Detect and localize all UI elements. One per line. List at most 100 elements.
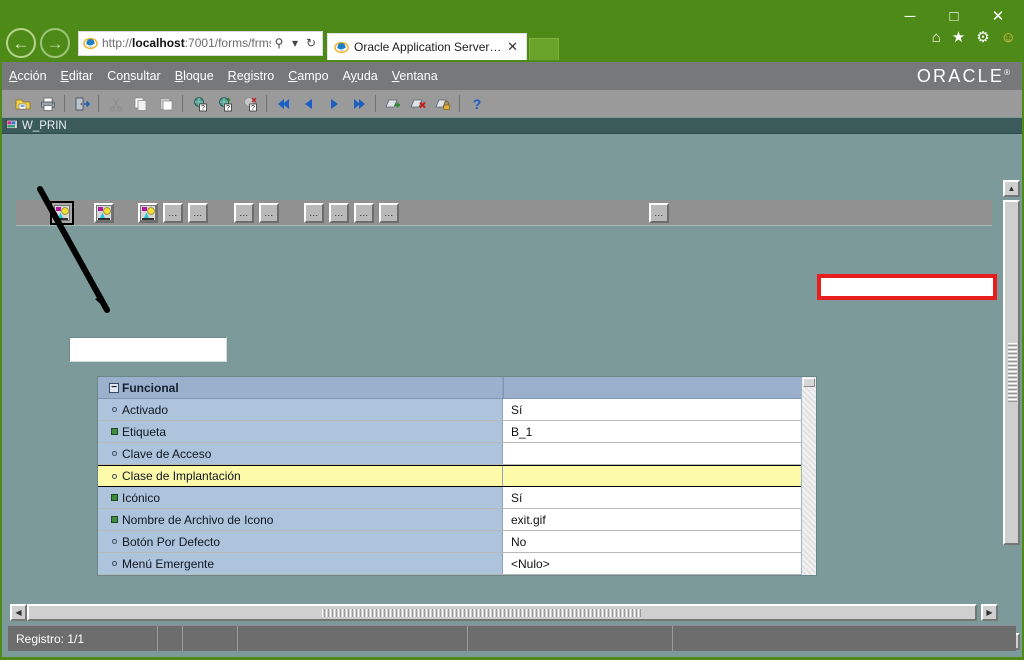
address-text: http://localhost:7001/forms/frms <box>99 36 271 50</box>
svg-text:?: ? <box>201 104 205 111</box>
help-button[interactable]: ? <box>464 92 489 116</box>
property-row-name: Activado <box>98 399 503 420</box>
property-value[interactable]: No <box>503 531 801 552</box>
vertical-scroll-grip <box>1008 342 1017 403</box>
scroll-right-icon[interactable]: ▶ <box>981 604 998 621</box>
property-value[interactable] <box>503 466 801 486</box>
property-value[interactable]: Sí <box>503 399 801 420</box>
property-section-header[interactable]: − Funcional <box>98 377 801 399</box>
property-grid-scrollbar[interactable] <box>801 377 816 575</box>
remove-record-button[interactable] <box>405 92 430 116</box>
form-button-9[interactable]: ... <box>329 203 349 223</box>
forms-window-icon <box>6 117 18 135</box>
smiley-icon[interactable]: ☺ <box>1001 29 1016 46</box>
form-button-11[interactable]: ... <box>379 203 399 223</box>
next-record-button[interactable] <box>321 92 346 116</box>
menu-editar[interactable]: Editar <box>54 62 101 90</box>
highlighted-text-field[interactable] <box>817 274 997 300</box>
copy-button[interactable] <box>128 92 153 116</box>
address-bar[interactable]: http://localhost:7001/forms/frms ⚲ ▾ ↻ <box>78 30 323 56</box>
chevron-down-icon[interactable]: ▾ <box>287 36 303 50</box>
property-value[interactable]: exit.gif <box>503 509 801 530</box>
oracle-wordmark: ORACLE <box>916 66 1005 86</box>
paste-button[interactable] <box>153 92 178 116</box>
form-button-6[interactable]: ... <box>234 203 254 223</box>
property-modified-square-icon <box>108 516 120 523</box>
form-button-12[interactable]: ... <box>649 203 669 223</box>
property-value[interactable]: Sí <box>503 487 801 508</box>
address-path: :7001/forms/frms <box>184 36 271 50</box>
property-label: Nombre de Archivo de Icono <box>122 512 274 527</box>
canvas-horizontal-scrollbar[interactable]: ◀ ▶ <box>10 604 998 621</box>
horizontal-scroll-thumb[interactable] <box>27 604 977 621</box>
lock-record-button[interactable] <box>430 92 455 116</box>
form-button-dots-label: ... <box>239 208 249 218</box>
home-icon[interactable]: ⌂ <box>932 29 941 46</box>
property-value[interactable]: B_1 <box>503 421 801 442</box>
form-button-4[interactable]: ... <box>163 203 183 223</box>
form-button-2[interactable] <box>94 203 114 223</box>
forward-arrow-icon[interactable]: → <box>40 28 70 58</box>
form-button-7[interactable]: ... <box>259 203 279 223</box>
menu-accion[interactable]: Acción <box>2 62 54 90</box>
property-value[interactable] <box>503 443 801 464</box>
vertical-scroll-thumb[interactable] <box>1003 200 1020 545</box>
previous-record-button[interactable] <box>296 92 321 116</box>
execute-query-button[interactable]: ? <box>212 92 237 116</box>
oracle-logo: ORACLE® <box>917 66 1010 87</box>
property-row[interactable]: Clave de Acceso <box>98 443 801 465</box>
form-button-3[interactable] <box>138 203 158 223</box>
property-row[interactable]: Nombre de Archivo de Icono exit.gif <box>98 509 801 531</box>
menu-registro[interactable]: Registro <box>221 62 282 90</box>
favorites-star-icon[interactable]: ★ <box>952 28 965 46</box>
search-icon[interactable]: ⚲ <box>271 36 287 50</box>
print-button[interactable] <box>35 92 60 116</box>
menu-bloque[interactable]: Bloque <box>168 62 221 90</box>
property-row[interactable]: Menú Emergente <Nulo> <box>98 553 801 575</box>
refresh-icon[interactable]: ↻ <box>303 36 319 50</box>
tab-favicon-icon <box>333 39 350 56</box>
property-section-value <box>503 377 801 398</box>
insert-record-button[interactable] <box>380 92 405 116</box>
toolbar-separator <box>64 95 65 112</box>
property-row[interactable]: Botón Por Defecto No <box>98 531 801 553</box>
collapse-minus-icon[interactable]: − <box>108 382 120 393</box>
property-row[interactable]: Etiqueta B_1 <box>98 421 801 443</box>
menu-ventana-post: entana <box>399 69 438 83</box>
form-button-5[interactable]: ... <box>188 203 208 223</box>
property-label: Icónico <box>122 490 161 505</box>
menu-consultar[interactable]: Consultar <box>100 62 168 90</box>
property-value[interactable]: <Nulo> <box>503 553 801 574</box>
property-row[interactable]: Clase de Implantación <box>98 465 801 487</box>
new-tab-button[interactable] <box>529 38 559 60</box>
menu-ayuda[interactable]: Ayuda <box>336 62 385 90</box>
browser-chrome: ─ □ ✕ ← → http://localhost:7001/forms/fr… <box>0 0 1024 62</box>
form-button-8[interactable]: ... <box>304 203 324 223</box>
back-arrow-icon[interactable]: ← <box>6 28 36 58</box>
menu-campo[interactable]: Campo <box>281 62 335 90</box>
exit-button[interactable] <box>69 92 94 116</box>
property-grid-scroll-thumb[interactable] <box>803 378 815 387</box>
scroll-up-icon[interactable]: ▲ <box>1003 180 1020 197</box>
property-row[interactable]: Icónico Sí <box>98 487 801 509</box>
form-button-1[interactable] <box>50 201 74 225</box>
form-button-dots-label: ... <box>654 208 664 218</box>
browser-tab[interactable]: Oracle Application Server F... ✕ <box>327 33 527 60</box>
canvas-vertical-scrollbar[interactable]: ▲ ▼ <box>1003 180 1020 650</box>
cancel-query-button[interactable]: ? <box>237 92 262 116</box>
form-text-input[interactable] <box>69 337 227 362</box>
property-default-dot-icon <box>108 539 120 544</box>
property-row[interactable]: Activado Sí <box>98 399 801 421</box>
property-default-dot-icon <box>108 561 120 566</box>
property-row-name: Etiqueta <box>98 421 503 442</box>
menu-ventana[interactable]: Ventana <box>385 62 445 90</box>
gear-icon[interactable]: ⚙ <box>976 28 989 46</box>
first-record-button[interactable] <box>271 92 296 116</box>
cut-button[interactable] <box>103 92 128 116</box>
tab-close-icon[interactable]: ✕ <box>504 39 521 55</box>
last-record-button[interactable] <box>346 92 371 116</box>
save-button[interactable] <box>10 92 35 116</box>
enter-query-button[interactable]: ? <box>187 92 212 116</box>
form-button-10[interactable]: ... <box>354 203 374 223</box>
scroll-left-icon[interactable]: ◀ <box>10 604 27 621</box>
